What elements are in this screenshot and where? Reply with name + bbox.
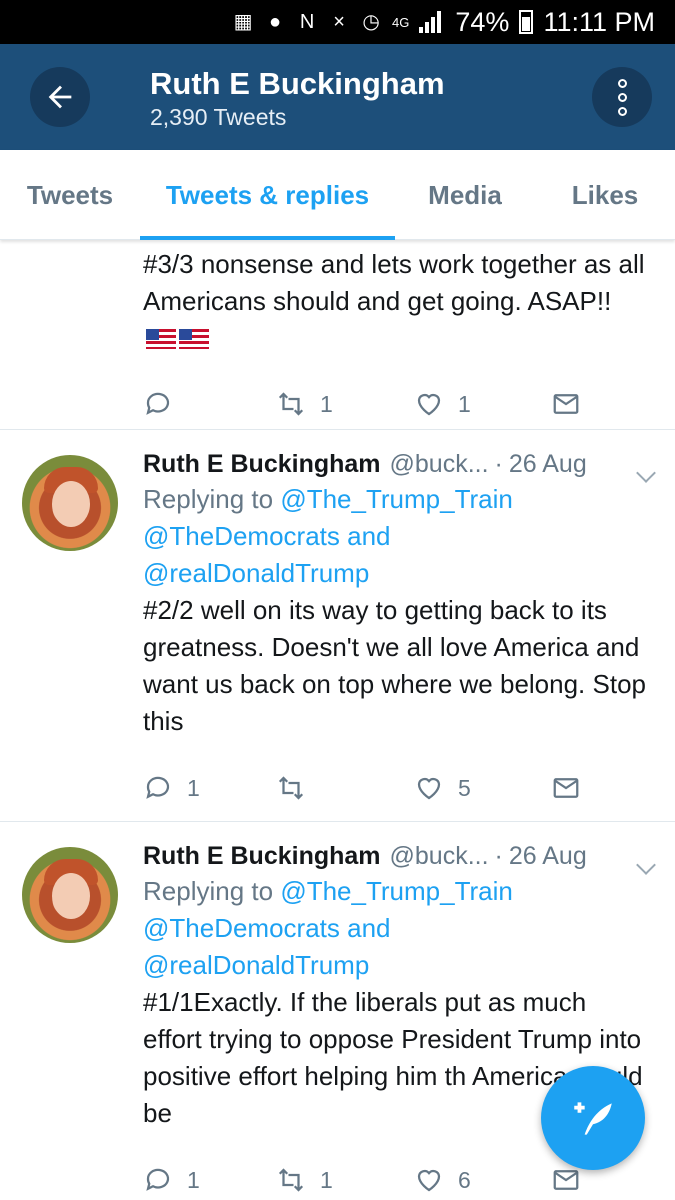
tweet-header: Ruth E Buckingham @buck... · 26 Aug: [143, 842, 650, 871]
envelope-icon: [553, 1170, 579, 1190]
reply-icon: [146, 392, 170, 415]
heart-icon: [417, 1169, 441, 1192]
mute-icon: ×: [333, 11, 345, 33]
reply-icon: [146, 1168, 170, 1191]
author-name[interactable]: Ruth E Buckingham: [143, 842, 381, 871]
envelope-icon: [553, 394, 579, 414]
author-handle[interactable]: @buck...: [390, 842, 489, 871]
us-flag-emoji: [146, 329, 176, 349]
network-type: 4G: [392, 14, 410, 30]
battery-icon: [519, 10, 534, 34]
envelope-icon: [553, 778, 579, 798]
dot-icon: [617, 92, 627, 102]
avatar[interactable]: [22, 455, 118, 551]
retweet-icon: [278, 776, 304, 800]
mention-link[interactable]: @realDonaldTrump: [143, 555, 650, 592]
replying-to: Replying to @The_Trump_Train @TheDemocra…: [143, 481, 650, 592]
dot-icon: [617, 78, 627, 88]
tweet-date: 26 Aug: [508, 450, 587, 478]
retweet-icon: [278, 1168, 304, 1192]
avatar[interactable]: [22, 847, 118, 943]
clock: 11:11 PM: [543, 6, 655, 37]
more-options-button[interactable]: [592, 67, 652, 127]
tweet-text: #3/3 nonsense and lets work together as …: [143, 246, 650, 357]
tweet-date: 26 Aug: [508, 842, 587, 870]
dot-icon: [617, 106, 627, 116]
tweet-text: #2/2 well on its way to getting back to …: [143, 595, 646, 736]
heart-icon: [417, 777, 441, 800]
tab-tweets-and-replies[interactable]: Tweets & replies: [140, 150, 395, 240]
replying-to-label: Replying to: [143, 484, 281, 514]
tab-media[interactable]: Media: [395, 150, 535, 240]
retweet-button[interactable]: [276, 773, 414, 803]
direct-message-button[interactable]: [551, 773, 581, 803]
compose-tweet-icon: [574, 1102, 612, 1135]
back-button[interactable]: [30, 67, 90, 127]
profile-header: Ruth E Buckingham 2,390 Tweets: [0, 44, 675, 150]
reply-button[interactable]: [143, 389, 276, 419]
author-name[interactable]: Ruth E Buckingham: [143, 450, 381, 479]
tweet[interactable]: Ruth E Buckingham @buck... · 26 Aug Repl…: [0, 430, 675, 822]
author-handle[interactable]: @buck...: [390, 450, 489, 479]
notification-icon: ▦: [233, 11, 253, 33]
like-button[interactable]: 1: [414, 389, 551, 419]
like-button[interactable]: 6: [414, 1165, 551, 1195]
tweet-header: Ruth E Buckingham @buck... · 26 Aug: [143, 450, 650, 479]
compose-tweet-button[interactable]: [541, 1066, 645, 1170]
heart-icon: [417, 393, 441, 416]
mention-link[interactable]: @TheDemocrats and: [143, 910, 650, 947]
retweet-icon: [278, 392, 304, 416]
tweet-actions: 1 1: [143, 374, 650, 434]
mention-link[interactable]: @TheDemocrats and: [143, 518, 650, 555]
like-button[interactable]: 5: [414, 773, 551, 803]
direct-message-button[interactable]: [551, 389, 581, 419]
tweet-actions: 1 5: [143, 758, 650, 818]
battery-percent: 74%: [455, 6, 510, 37]
alarm-icon: ◷: [362, 11, 380, 33]
retweet-button[interactable]: 1: [276, 1165, 414, 1195]
separator-dot: ·: [494, 450, 503, 478]
mention-link[interactable]: @The_Trump_Train: [280, 484, 513, 514]
signal-icon: [419, 11, 445, 33]
mention-link[interactable]: @realDonaldTrump: [143, 947, 650, 984]
replying-to: Replying to @The_Trump_Train @TheDemocra…: [143, 873, 650, 984]
profile-tabs: Tweets Tweets & replies Media Likes: [0, 150, 675, 240]
tweet-feed[interactable]: #3/3 nonsense and lets work together as …: [0, 240, 675, 1200]
separator-dot: ·: [494, 842, 503, 870]
tab-likes[interactable]: Likes: [535, 150, 675, 240]
page-title: Ruth E Buckingham: [150, 66, 445, 101]
location-icon: ●: [269, 11, 282, 33]
reply-icon: [146, 776, 170, 799]
us-flag-emoji: [179, 329, 209, 349]
tweet[interactable]: #3/3 nonsense and lets work together as …: [0, 240, 675, 430]
nfc-icon: N: [299, 11, 315, 33]
status-bar: ▦ ● N × ◷ 4G 74% 11:11 PM: [0, 0, 675, 44]
arrow-left-icon: [48, 85, 72, 109]
retweet-button[interactable]: 1: [276, 389, 414, 419]
reply-button[interactable]: 1: [143, 1165, 276, 1195]
tab-tweets[interactable]: Tweets: [0, 150, 140, 240]
replying-to-label: Replying to: [143, 876, 281, 906]
direct-message-button[interactable]: [551, 1165, 581, 1195]
reply-button[interactable]: 1: [143, 773, 276, 803]
mention-link[interactable]: @The_Trump_Train: [280, 876, 513, 906]
tweet-count: 2,390 Tweets: [150, 104, 287, 130]
